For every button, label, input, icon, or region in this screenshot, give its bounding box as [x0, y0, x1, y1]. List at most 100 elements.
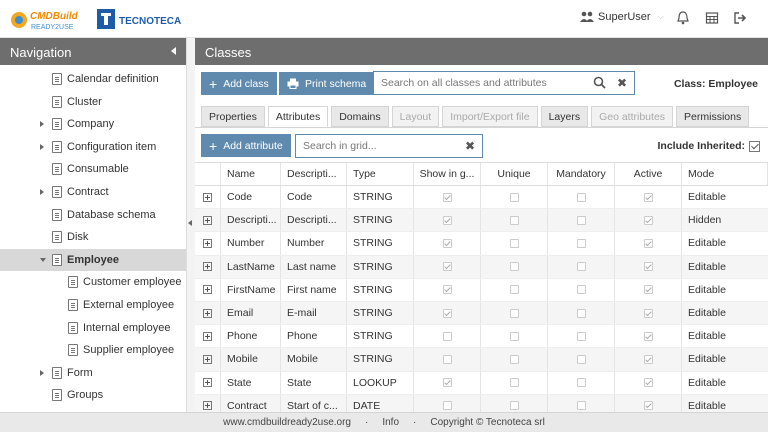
- collapse-arrow-icon[interactable]: [188, 220, 192, 226]
- cell-type: STRING: [347, 255, 414, 278]
- nav-item-disk[interactable]: Disk: [0, 226, 186, 249]
- column-header[interactable]: Type: [347, 163, 414, 185]
- expand-arrow-icon[interactable]: [40, 143, 44, 150]
- cell-description: Number: [281, 232, 347, 255]
- column-header[interactable]: Show in g...: [414, 163, 481, 185]
- panel-splitter[interactable]: [187, 38, 195, 412]
- table-row[interactable]: Number Number STRING Editable: [195, 232, 768, 256]
- expand-plus-icon[interactable]: [203, 331, 212, 341]
- cell-show-in-grid: [414, 186, 481, 209]
- footer-site-link[interactable]: www.cmdbuildready2use.org: [223, 417, 351, 428]
- class-icon: [52, 231, 62, 244]
- expander-cell: [195, 278, 221, 301]
- footer-info-link[interactable]: Info: [382, 417, 399, 428]
- tab-properties[interactable]: Properties: [201, 106, 265, 127]
- main-panel: Classes + Add class Print schema Search …: [195, 38, 768, 418]
- tab-layers[interactable]: Layers: [540, 106, 589, 127]
- add-class-button[interactable]: + Add class: [201, 72, 277, 95]
- unique-checkbox: [509, 192, 519, 202]
- expand-plus-icon[interactable]: [203, 262, 212, 272]
- cell-show-in-grid: [414, 278, 481, 301]
- show-in-grid-checkbox: [442, 378, 452, 388]
- tab-layout: Layout: [391, 106, 440, 127]
- expand-plus-icon[interactable]: [203, 285, 212, 295]
- nav-item-cluster[interactable]: Cluster: [0, 91, 186, 114]
- expand-arrow-icon[interactable]: [40, 121, 44, 128]
- nav-item-groups[interactable]: Groups: [0, 384, 186, 407]
- nav-item-internal-employee[interactable]: Internal employee: [0, 317, 186, 340]
- column-header[interactable]: Mandatory: [548, 163, 615, 185]
- cell-name: Number: [221, 232, 281, 255]
- mandatory-checkbox: [576, 215, 586, 225]
- add-class-label: Add class: [223, 77, 269, 90]
- class-icon: [52, 140, 62, 153]
- table-row[interactable]: Code Code STRING Editable: [195, 186, 768, 210]
- cell-type: STRING: [347, 186, 414, 209]
- table-row[interactable]: Mobile Mobile STRING Editable: [195, 348, 768, 372]
- plus-icon: +: [209, 137, 218, 154]
- nav-item-database-schema[interactable]: Database schema: [0, 204, 186, 227]
- collapse-left-icon[interactable]: [171, 47, 176, 55]
- expand-plus-icon[interactable]: [203, 192, 212, 202]
- grid-search-input[interactable]: Search in grid... ✖: [295, 134, 483, 158]
- navigation-tree: Calendar definition Cluster Company Configu…: [0, 65, 186, 407]
- expand-plus-icon[interactable]: [203, 308, 212, 318]
- nav-item-employee[interactable]: Employee: [0, 248, 186, 272]
- column-header[interactable]: Active: [615, 163, 682, 185]
- expand-plus-icon[interactable]: [203, 401, 212, 411]
- table-row[interactable]: FirstName First name STRING Editable: [195, 278, 768, 302]
- active-checkbox: [643, 331, 653, 341]
- cell-active: [615, 371, 682, 394]
- nav-item-label: Configuration item: [67, 140, 157, 153]
- nav-item-label: Disk: [67, 231, 89, 244]
- nav-item-customer-employee[interactable]: Customer employee: [0, 271, 186, 294]
- expand-plus-icon[interactable]: [203, 354, 212, 364]
- table-row[interactable]: Phone Phone STRING Editable: [195, 325, 768, 349]
- include-inherited-checkbox[interactable]: [749, 140, 760, 152]
- expand-plus-icon[interactable]: [203, 378, 212, 388]
- expand-arrow-icon[interactable]: [40, 188, 44, 195]
- add-attribute-label: Add attribute: [223, 139, 283, 152]
- classes-header: Classes: [195, 38, 768, 65]
- table-row[interactable]: Email E-mail STRING Editable: [195, 301, 768, 326]
- logout-icon[interactable]: [733, 11, 747, 25]
- expand-plus-icon[interactable]: [203, 238, 212, 248]
- nav-item-label: Consumable: [67, 163, 129, 176]
- nav-item-form[interactable]: Form: [0, 362, 186, 385]
- active-checkbox: [643, 285, 653, 295]
- cell-mode: Editable: [688, 191, 726, 204]
- grid-icon[interactable]: [705, 11, 719, 25]
- table-row[interactable]: State State LOOKUP Editable: [195, 371, 768, 395]
- print-schema-button[interactable]: Print schema: [279, 72, 375, 95]
- class-icon: [52, 389, 62, 402]
- column-header[interactable]: Mode: [682, 163, 768, 185]
- cell-mandatory: [548, 186, 615, 209]
- column-header[interactable]: Descripti...: [281, 163, 347, 185]
- bell-icon[interactable]: [676, 11, 690, 25]
- tab-domains[interactable]: Domains: [331, 106, 389, 127]
- column-header[interactable]: Unique: [481, 163, 548, 185]
- clear-icon[interactable]: ✖: [617, 76, 627, 90]
- username: SuperUser: [598, 11, 651, 23]
- active-checkbox: [643, 215, 653, 225]
- user-menu[interactable]: SuperUser ⌵: [580, 11, 664, 23]
- table-row[interactable]: Descripti... Descripti... STRING Hidden: [195, 209, 768, 233]
- table-row[interactable]: LastName Last name STRING Editable: [195, 255, 768, 279]
- nav-item-consumable[interactable]: Consumable: [0, 158, 186, 181]
- nav-item-supplier-employee[interactable]: Supplier employee: [0, 339, 186, 362]
- nav-item-external-employee[interactable]: External employee: [0, 294, 186, 317]
- class-search-input[interactable]: Search on all classes and attributes ✖: [373, 71, 635, 95]
- expand-plus-icon[interactable]: [203, 215, 212, 225]
- expand-arrow-icon[interactable]: [40, 369, 44, 376]
- search-icon[interactable]: [593, 76, 606, 89]
- column-header[interactable]: Name: [221, 163, 281, 185]
- nav-item-contract[interactable]: Contract: [0, 181, 186, 204]
- tab-attributes[interactable]: Attributes: [267, 106, 329, 127]
- nav-item-configuration-item[interactable]: Configuration item: [0, 136, 186, 159]
- expanded-arrow-icon[interactable]: [40, 257, 46, 262]
- tab-permissions[interactable]: Permissions: [676, 106, 750, 127]
- nav-item-company[interactable]: Company: [0, 113, 186, 136]
- add-attribute-button[interactable]: + Add attribute: [201, 134, 291, 157]
- nav-item-calendar-definition[interactable]: Calendar definition: [0, 68, 186, 91]
- clear-icon[interactable]: ✖: [465, 139, 475, 153]
